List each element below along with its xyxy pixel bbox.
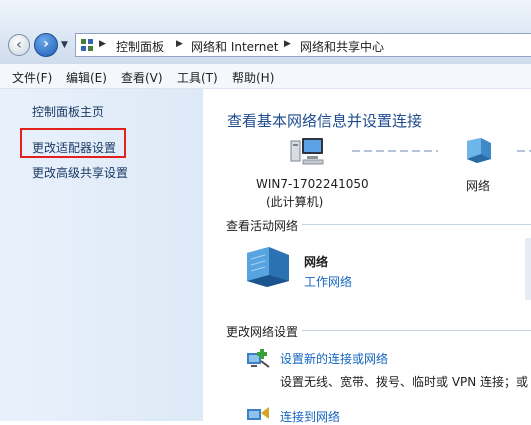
menu-file[interactable]: 文件(F)	[12, 69, 52, 86]
highlight-box	[20, 128, 126, 158]
crumb-separator-icon[interactable]: ▶	[284, 39, 291, 49]
back-arrow-icon: ‹	[16, 37, 22, 53]
setup-new-connection-link[interactable]: 设置新的连接或网络	[280, 350, 388, 367]
menu-help[interactable]: 帮助(H)	[232, 69, 274, 86]
divider	[302, 330, 531, 331]
scrollbar[interactable]	[525, 238, 531, 300]
sidebar-item-advanced-sharing-settings[interactable]: 更改高级共享设置	[32, 164, 128, 181]
menu-tools[interactable]: 工具(T)	[177, 69, 218, 86]
computer-note: (此计算机)	[266, 195, 324, 209]
setup-new-connection-description: 设置无线、宽带、拨号、临时或 VPN 连接；或	[280, 375, 529, 389]
address-bar[interactable]: ▶ 控制面板 ▶ 网络和 Internet ▶ 网络和共享中心	[75, 33, 531, 57]
network-icon[interactable]	[461, 137, 495, 165]
network-type-link[interactable]: 工作网络	[304, 273, 352, 290]
new-connection-icon	[247, 349, 270, 368]
forward-arrow-icon: ›	[43, 36, 49, 52]
connect-to-network-link[interactable]: 连接到网络	[280, 408, 340, 425]
breadcrumb-network-sharing-center[interactable]: 网络和共享中心	[300, 38, 384, 55]
network-building-icon	[247, 247, 289, 287]
active-network-name: 网络	[304, 255, 329, 269]
divider	[302, 224, 531, 225]
sidebar-item-control-panel-home[interactable]: 控制面板主页	[32, 103, 104, 120]
connection-line	[352, 150, 438, 152]
computer-name: WIN7-1702241050	[256, 177, 369, 191]
address-toolbar: ‹ › ▼ ▶ 控制面板 ▶ 网络和 Internet ▶ 网络和共享中心	[0, 0, 531, 64]
page-title: 查看基本网络信息并设置连接	[227, 112, 423, 130]
menu-view[interactable]: 查看(V)	[121, 69, 163, 86]
section-change-network-settings: 更改网络设置	[226, 325, 299, 339]
breadcrumb-control-panel[interactable]: 控制面板	[116, 38, 164, 55]
crumb-separator-icon[interactable]: ▶	[99, 39, 106, 49]
network-node-label: 网络	[466, 179, 491, 193]
breadcrumb-network-internet[interactable]: 网络和 Internet	[191, 38, 278, 55]
control-panel-icon	[81, 39, 93, 51]
section-active-networks: 查看活动网络	[226, 219, 299, 233]
computer-icon[interactable]	[290, 135, 326, 167]
history-dropdown-icon[interactable]: ▼	[61, 40, 68, 50]
back-button[interactable]: ‹	[8, 34, 30, 56]
forward-button[interactable]: ›	[34, 33, 58, 57]
menu-edit[interactable]: 编辑(E)	[66, 69, 107, 86]
menu-bar: 文件(F) 编辑(E) 查看(V) 工具(T) 帮助(H)	[0, 64, 531, 89]
connect-to-network-icon	[247, 407, 269, 420]
crumb-separator-icon[interactable]: ▶	[176, 39, 183, 49]
connection-line	[517, 150, 531, 152]
